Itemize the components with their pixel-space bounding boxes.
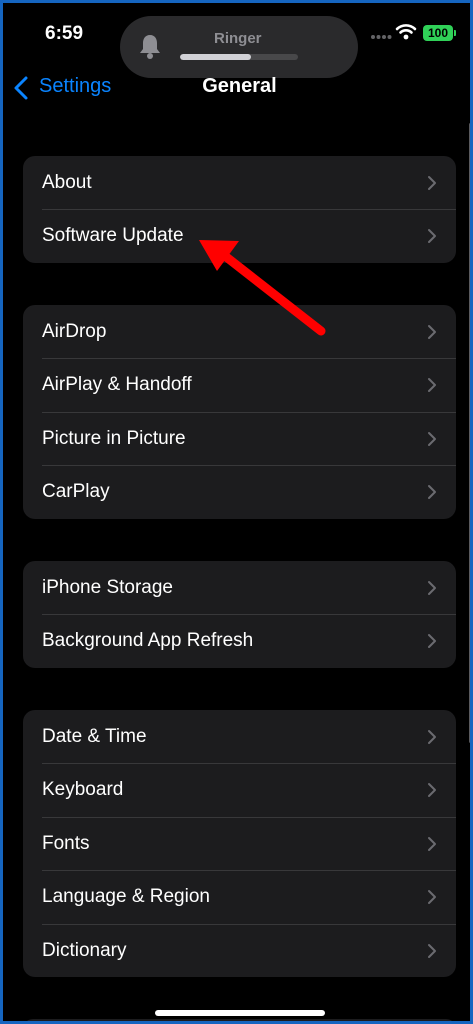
cellular-dots-icon (371, 35, 392, 39)
settings-group-3: iPhone Storage Background App Refresh (23, 561, 456, 668)
row-label: Picture in Picture (42, 427, 186, 449)
ringer-volume-fill (180, 54, 251, 60)
row-label: iPhone Storage (42, 577, 173, 598)
chevron-right-icon (428, 229, 436, 244)
chevron-right-icon (428, 378, 436, 393)
settings-row-language-region[interactable]: Language & Region (23, 870, 456, 923)
settings-row-airplay-handoff[interactable]: AirPlay & Handoff (23, 358, 456, 411)
chevron-right-icon (428, 943, 436, 958)
ringer-label: Ringer (214, 30, 262, 47)
settings-row-software-update[interactable]: Software Update (23, 209, 456, 262)
ringer-volume-track (180, 54, 298, 60)
settings-group-1: About Software Update (23, 156, 456, 263)
chevron-right-icon (428, 325, 436, 339)
next-group-peek (23, 1019, 456, 1021)
settings-row-date-time[interactable]: Date & Time (23, 710, 456, 763)
chevron-right-icon (428, 581, 436, 595)
chevron-right-icon (428, 783, 436, 798)
row-label: AirPlay & Handoff (42, 374, 192, 396)
settings-row-iphone-storage[interactable]: iPhone Storage (23, 561, 456, 614)
chevron-right-icon (428, 634, 436, 649)
row-label: Keyboard (42, 779, 124, 801)
settings-row-airdrop[interactable]: AirDrop (23, 305, 456, 358)
row-label: AirDrop (42, 321, 107, 342)
battery-nub (454, 30, 456, 36)
row-label: Date & Time (42, 726, 147, 747)
ringer-island: Ringer (120, 16, 358, 78)
chevron-right-icon (428, 485, 436, 500)
bell-icon (140, 35, 160, 59)
row-label: Dictionary (42, 939, 127, 961)
row-label: CarPlay (42, 481, 110, 503)
home-indicator[interactable] (155, 1010, 325, 1016)
settings-row-carplay[interactable]: CarPlay (23, 465, 456, 518)
row-label: Language & Region (42, 886, 210, 908)
row-label: Software Update (42, 225, 184, 247)
settings-row-keyboard[interactable]: Keyboard (23, 763, 456, 816)
settings-row-about[interactable]: About (23, 156, 456, 209)
wifi-icon (395, 24, 417, 40)
settings-row-fonts[interactable]: Fonts (23, 816, 456, 870)
chevron-right-icon (428, 431, 436, 446)
row-label: Background App Refresh (42, 630, 254, 652)
settings-group-4: Date & Time Keyboard Fonts Language & Re… (23, 710, 456, 977)
settings-row-dictionary[interactable]: Dictionary (23, 923, 456, 977)
chevron-right-icon (428, 176, 436, 190)
settings-row-background-app-refresh[interactable]: Background App Refresh (23, 614, 456, 667)
scrollbar[interactable] (469, 123, 470, 743)
row-label: Fonts (42, 832, 90, 854)
page-title: General (202, 75, 277, 97)
battery-indicator: 100 (423, 25, 453, 41)
chevron-right-icon (428, 836, 436, 851)
phone-screen: 6:59 Ringer 100 Settings General About S… (0, 0, 473, 1024)
chevron-right-icon (428, 890, 436, 905)
status-time: 6:59 (45, 23, 84, 44)
chevron-right-icon (428, 730, 436, 744)
row-label: About (42, 172, 92, 193)
settings-row-picture-in-picture[interactable]: Picture in Picture (23, 411, 456, 465)
settings-group-2: AirDrop AirPlay & Handoff Picture in Pic… (23, 305, 456, 519)
